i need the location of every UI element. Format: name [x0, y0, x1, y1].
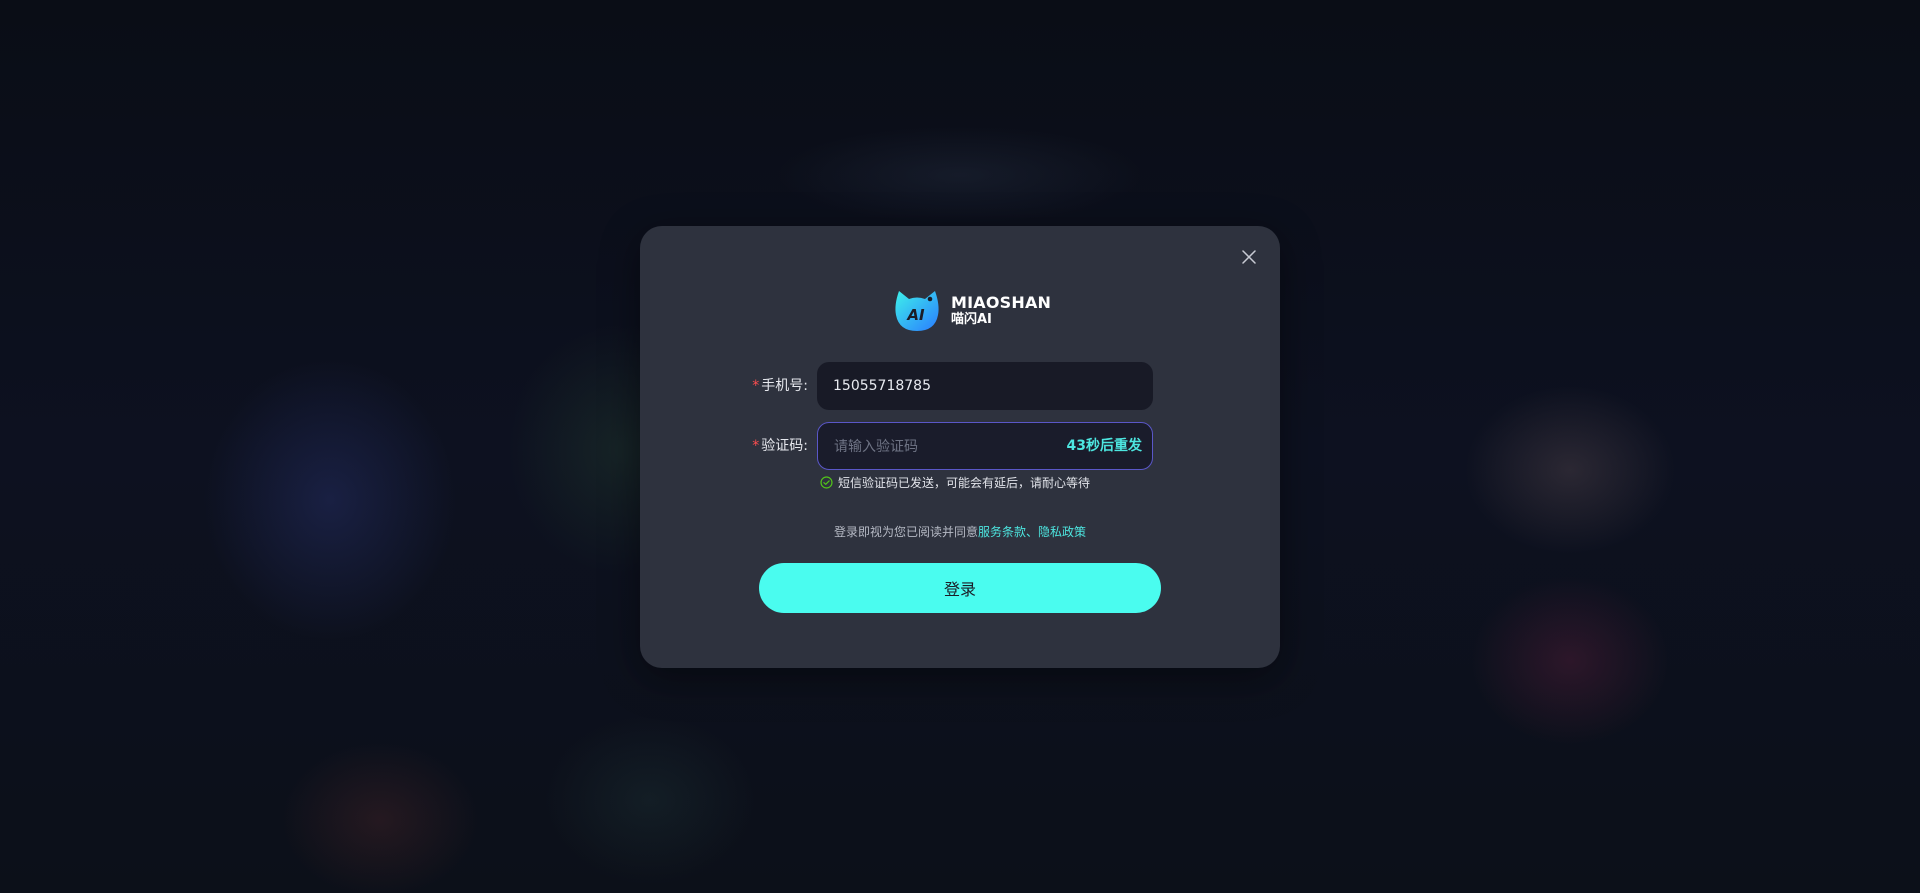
phone-input-value: 15055718785 — [833, 378, 931, 394]
login-dialog: AI MIAOSHAN 喵闪AI * 手机号: 15055718785 * 验证码:… — [640, 226, 1280, 668]
code-label-text: 验证码: — [761, 438, 808, 454]
resend-code-button[interactable]: 43秒后重发 — [1067, 423, 1142, 469]
sms-sent-hint-text: 短信验证码已发送，可能会有延后，请耐心等待 — [838, 476, 1091, 490]
logo-mark: AI — [906, 306, 925, 324]
login-button[interactable]: 登录 — [759, 563, 1161, 613]
code-input-box: 43秒后重发 — [817, 422, 1153, 470]
required-mark: * — [752, 438, 760, 454]
code-label: * 验证码: — [752, 422, 808, 470]
phone-label: * 手机号: — [752, 362, 808, 410]
brand-name-en: MIAOSHAN — [951, 292, 1052, 312]
phone-row: * 手机号: 15055718785 — [640, 362, 1280, 410]
agreement-text: 登录即视为您已阅读并同意服务条款、隐私政策 — [640, 523, 1280, 540]
agreement-separator: 、 — [1026, 525, 1039, 539]
check-circle-icon — [820, 476, 833, 489]
required-mark: * — [752, 378, 760, 394]
agreement-prefix: 登录即视为您已阅读并同意 — [833, 525, 978, 539]
terms-link[interactable]: 服务条款 — [978, 525, 1026, 539]
close-button[interactable] — [1238, 246, 1260, 268]
brand-logo: AI MIAOSHAN 喵闪AI — [893, 287, 1051, 333]
privacy-link[interactable]: 隐私政策 — [1038, 525, 1086, 539]
close-icon — [1242, 250, 1256, 264]
code-row: *验证码: 43秒后重发 — [640, 422, 1280, 470]
brand-name-cn: 喵闪AI — [951, 311, 992, 327]
cat-logo-icon: AI — [895, 291, 939, 331]
phone-label-text: 手机号: — [761, 378, 808, 394]
phone-input[interactable]: 15055718785 — [817, 362, 1153, 410]
sms-sent-hint: 短信验证码已发送，可能会有延后，请耐心等待 — [820, 474, 1090, 491]
code-input[interactable] — [834, 437, 1054, 457]
